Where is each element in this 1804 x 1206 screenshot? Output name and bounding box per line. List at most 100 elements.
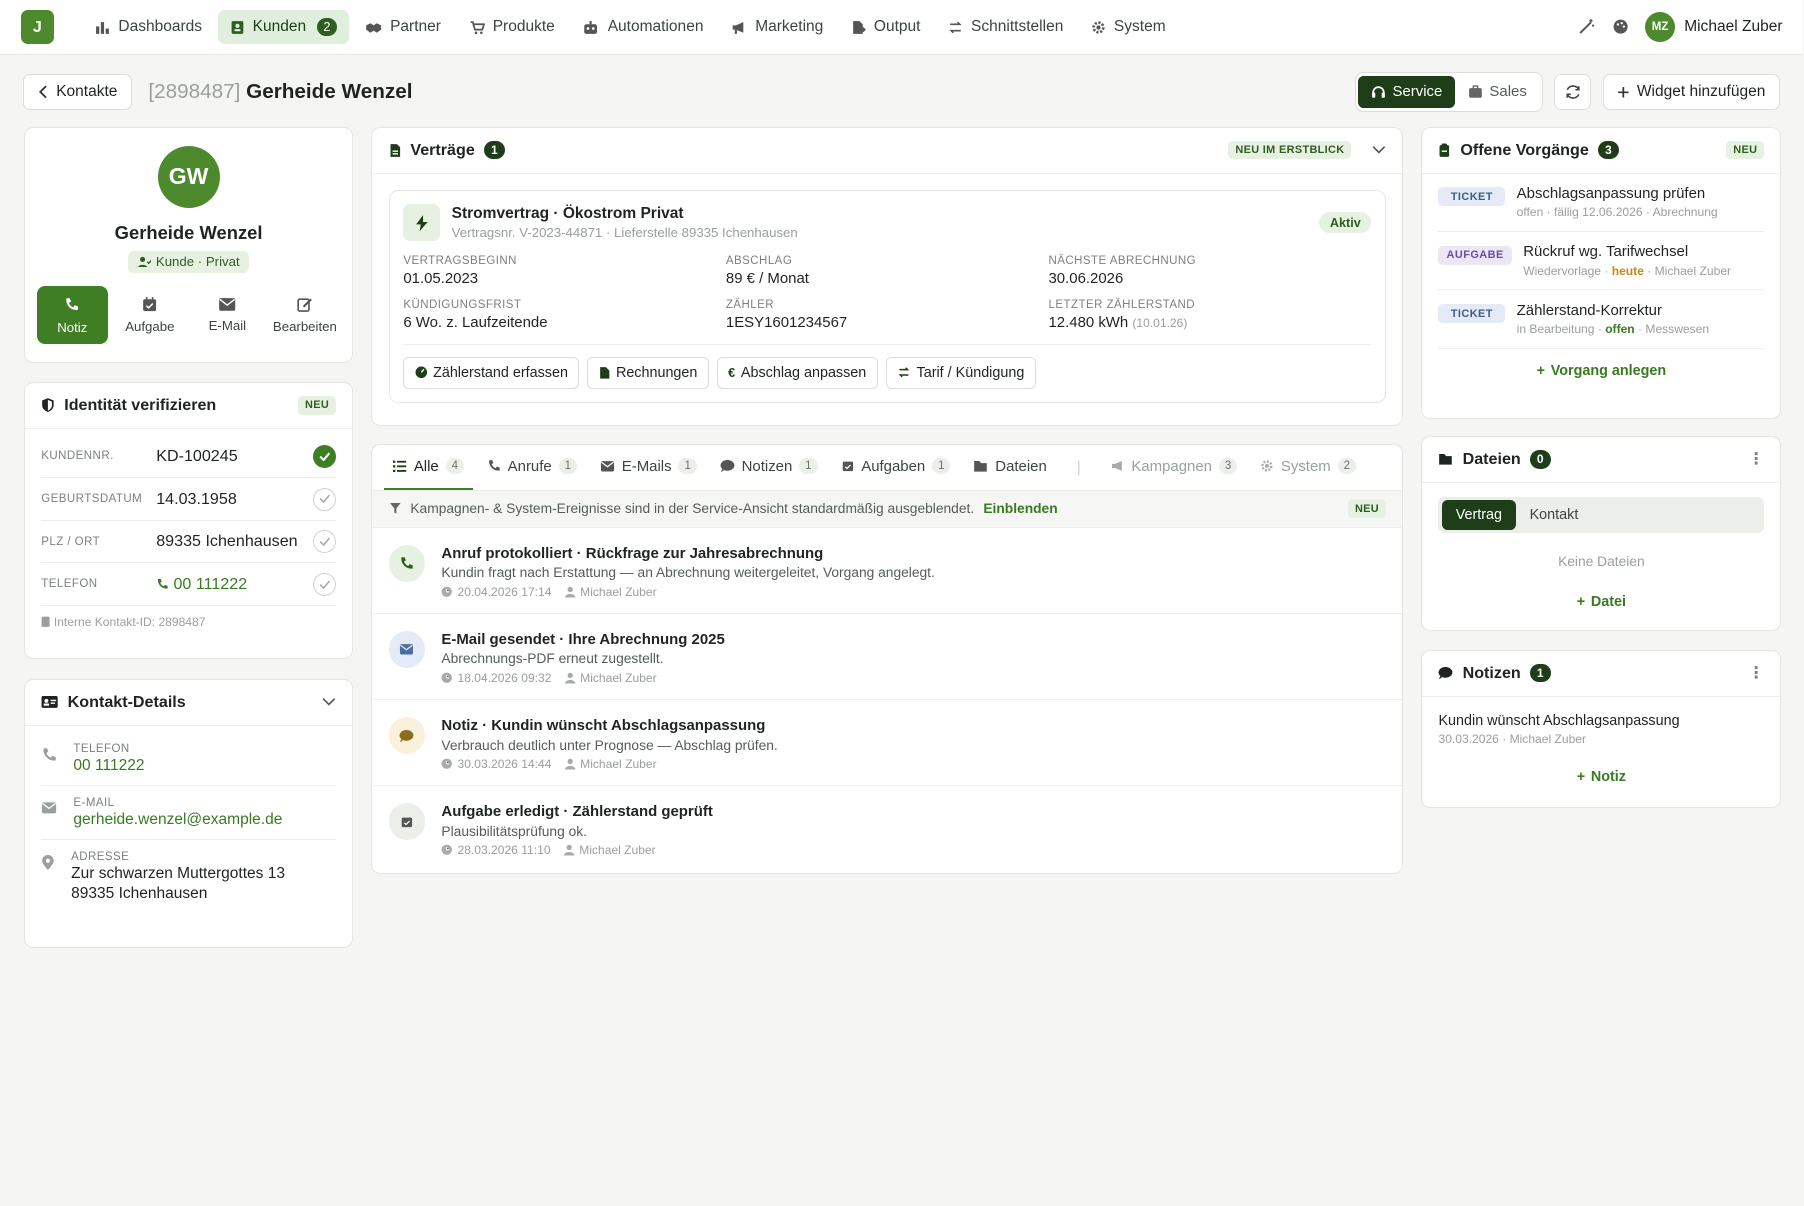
contact-details-header[interactable]: Kontakt-Details (25, 680, 353, 726)
contract-title[interactable]: Stromvertrag · Ökostrom Privat (452, 205, 798, 223)
tab-aufgaben[interactable]: Aufgaben 1 (831, 445, 959, 491)
arrows-exchange-icon (949, 21, 962, 33)
verify-check[interactable] (312, 572, 336, 596)
nav-dashboards[interactable]: Dashboards (84, 10, 214, 45)
view-service-button[interactable]: Service (1358, 75, 1455, 109)
note-item[interactable]: Kundin wünscht Abschlagsanpassung 30.03.… (1422, 697, 1780, 746)
app-logo[interactable]: J (20, 10, 55, 44)
user-avatar[interactable]: MZ (1645, 12, 1675, 43)
case-item[interactable]: TICKET Abschlagsanpassung prüfen offen · f… (1438, 174, 1765, 232)
view-sales-button[interactable]: Sales (1455, 76, 1539, 109)
user-check-icon (137, 256, 152, 268)
quick-action-notiz[interactable]: Notiz (36, 286, 108, 344)
timeline-item[interactable]: Anruf protokolliert · Rückfrage zur Jahr… (372, 528, 1402, 614)
document-icon (390, 143, 400, 157)
chevron-down-icon[interactable] (322, 697, 336, 707)
palette-icon[interactable] (1612, 18, 1629, 35)
tariff-cancel-button[interactable]: Tarif / Kündigung (885, 356, 1036, 389)
files-tab-kontakt[interactable]: Kontakt (1516, 500, 1592, 530)
adjust-installment-button[interactable]: € Abschlag anpassen (716, 356, 878, 389)
contact-name: Gerheide Wenzel (246, 79, 413, 103)
more-options-icon[interactable]: ⋮ (1748, 663, 1764, 683)
add-file-label: Datei (1590, 594, 1626, 611)
nav-partner[interactable]: Partner (353, 10, 452, 45)
field-label: ABSCHLAG (725, 254, 793, 267)
author: Michael Zuber (565, 585, 657, 599)
phone-link[interactable]: 00 111222 (156, 575, 313, 594)
invoices-button[interactable]: Rechnungen (587, 356, 709, 389)
envelope-icon (600, 461, 614, 472)
identity-row-telefon: TELEFON 00 111222 (41, 563, 336, 606)
task-icon (388, 803, 426, 840)
identity-row-plz-ort: PLZ / ORT 89335 Ichenhausen (41, 521, 336, 564)
detail-email: E-MAIL gerheide.wenzel@example.de (41, 786, 336, 841)
user-name[interactable]: Michael Zuber (1684, 18, 1782, 36)
add-widget-button[interactable]: Widget hinzufügen (1602, 73, 1781, 111)
timestamp: 20.04.2026 17:14 (441, 585, 551, 599)
detail-email-link[interactable]: gerheide.wenzel@example.de (73, 811, 282, 829)
back-button[interactable]: Kontakte (23, 73, 133, 111)
nav-marketing[interactable]: Marketing (720, 10, 835, 45)
timeline-title: Notiz · Kundin wünscht Abschlagsanpassun… (441, 717, 766, 735)
timeline-title: Anruf protokolliert · Rückfrage zur Jahr… (441, 544, 824, 562)
row-value: 14.03.1958 (156, 489, 237, 508)
quick-action-bearbeiten[interactable]: Bearbeiten (269, 286, 340, 344)
quick-action-email[interactable]: E-Mail (192, 286, 263, 344)
view-sales-label: Sales (1489, 83, 1527, 101)
refresh-button[interactable] (1554, 73, 1592, 111)
quick-action-aufgabe[interactable]: Aufgabe (114, 286, 185, 344)
detail-phone-link[interactable]: 00 111222 (73, 757, 144, 775)
add-case-button[interactable]: + Vorgang anlegen (1422, 363, 1780, 379)
meter-reading-button[interactable]: Zählerstand erfassen (403, 356, 580, 389)
files-card: Dateien 0 ⋮ Vertrag Kontakt Keine Dateie… (1421, 435, 1782, 632)
nav-automationen[interactable]: Automationen (571, 10, 715, 45)
files-tab-vertrag[interactable]: Vertrag (1441, 500, 1516, 530)
case-item[interactable]: TICKET Zählerstand-Korrektur in Bearbeitun… (1438, 290, 1765, 349)
nav-label: Schnittstellen (971, 18, 1064, 36)
nav-produkte[interactable]: Produkte (457, 10, 566, 45)
case-item[interactable]: AUFGABE Rückruf wg. Tarifwechsel Wiedervor… (1438, 232, 1765, 291)
contracts-header[interactable]: Verträge 1 NEU IM ERSTBLICK (372, 128, 1402, 174)
tab-anrufe[interactable]: Anrufe 1 (478, 445, 586, 491)
nav-system[interactable]: System (1079, 10, 1177, 45)
timeline-item[interactable]: E-Mail gesendet · Ihre Abrechnung 2025 Ab… (372, 614, 1402, 700)
add-note-button[interactable]: + Notiz (1422, 769, 1780, 785)
magic-wand-icon[interactable] (1578, 18, 1595, 35)
tab-kampagnen[interactable]: Kampagnen 3 (1102, 445, 1247, 491)
case-meta: in Bearbeitung · offen · Messwesen (1517, 322, 1709, 336)
tab-dateien[interactable]: Dateien (964, 445, 1056, 491)
verify-check[interactable] (312, 487, 336, 511)
field-extra: (10.01.26) (1132, 316, 1188, 331)
identity-header: Identität verifizieren NEU (25, 383, 353, 429)
bolt-icon (403, 204, 441, 242)
internal-id: Interne Kontakt-ID: 2898487 (41, 615, 336, 629)
timeline-item[interactable]: Notiz · Kundin wünscht Abschlagsanpassun… (372, 700, 1402, 786)
nav-schnittstellen[interactable]: Schnittstellen (937, 10, 1075, 45)
timeline-item[interactable]: Aufgabe erledigt · Zählerstand geprüft Pl… (372, 786, 1402, 871)
calendar-check-icon (842, 462, 853, 472)
contract-fields: VERTRAGSBEGINN 01.05.2023 ABSCHLAG 89 € / … (403, 254, 1372, 345)
tab-notizen[interactable]: Notizen 1 (711, 445, 827, 491)
open-cases-card: Offene Vorgänge 3 NEU TICKET Abschlagsanp… (1421, 126, 1782, 419)
tab-emails[interactable]: E-Mails 1 (591, 445, 706, 491)
author-text: Michael Zuber (580, 671, 657, 686)
contract-item: Stromvertrag · Ökostrom Privat Vertragsn… (388, 189, 1386, 404)
verified-check[interactable] (312, 444, 336, 468)
verify-check[interactable] (312, 530, 336, 554)
top-navigation: J Dashboards Kunden 2 Partner Produkte A… (0, 0, 1804, 56)
row-value: KD-100245 (156, 446, 238, 465)
show-events-link[interactable]: Einblenden (983, 501, 1057, 516)
address-card-icon (41, 696, 58, 708)
nav-output[interactable]: Output (839, 10, 932, 45)
page-title: [2898487] Gerheide Wenzel (148, 80, 412, 104)
author: Michael Zuber (564, 843, 656, 857)
add-file-button[interactable]: + Datei (1422, 594, 1780, 610)
nav-kunden[interactable]: Kunden 2 (218, 9, 349, 45)
tab-alle[interactable]: Alle 4 (383, 445, 474, 491)
phone-icon (43, 748, 56, 761)
more-options-icon[interactable]: ⋮ (1748, 449, 1764, 469)
field-label: KÜNDIGUNGSFRIST (403, 298, 522, 311)
user-icon (565, 673, 576, 684)
tab-system[interactable]: System 2 (1251, 445, 1365, 491)
chevron-down-icon[interactable] (1372, 145, 1386, 155)
